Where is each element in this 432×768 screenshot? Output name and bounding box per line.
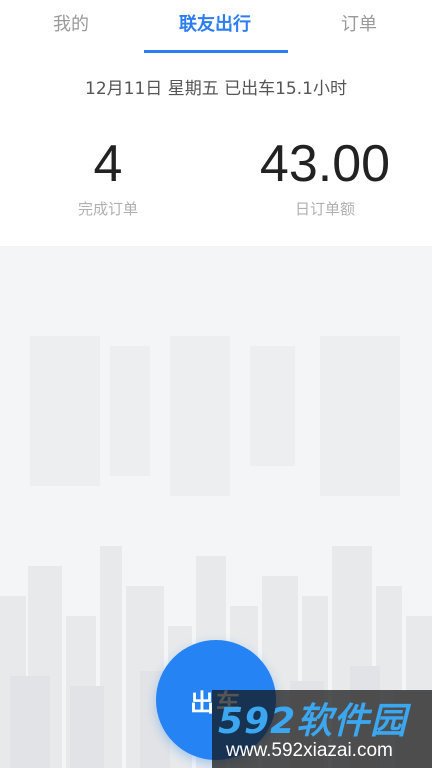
active-tab-indicator	[144, 50, 288, 53]
watermark-logo: 592软件园	[218, 701, 408, 742]
top-tab-bar: 我的 联友出行 订单	[0, 0, 432, 56]
daily-order-amount: 43.00	[259, 135, 391, 193]
date-and-online-hours: 12月11日 星期五 已出车15.1小时	[85, 79, 347, 99]
daily-stats-card: 12月11日 星期五 已出车15.1小时 4 完成订单 43.00 日订单额	[0, 56, 432, 246]
watermark-url: www.592xiazai.com	[226, 740, 393, 761]
completed-orders-count: 4	[93, 135, 123, 193]
site-watermark: 592软件园 www.592xiazai.com	[212, 690, 432, 768]
tab-lianyou-travel[interactable]: 联友出行	[179, 12, 251, 38]
completed-orders-label: 完成订单	[77, 200, 138, 218]
daily-order-amount-label: 日订单额	[294, 200, 355, 218]
tab-orders[interactable]: 订单	[341, 12, 377, 38]
tab-mine[interactable]: 我的	[53, 12, 89, 38]
